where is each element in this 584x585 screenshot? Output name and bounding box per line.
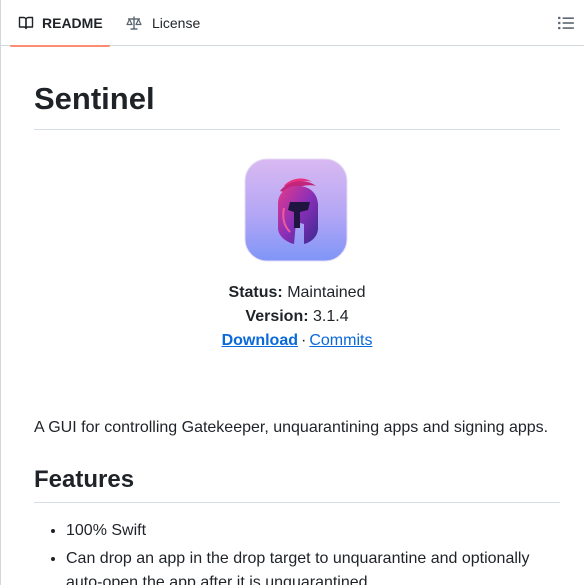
version-value: 3.1.4	[313, 308, 349, 325]
features-divider	[34, 502, 560, 503]
list-unordered-icon[interactable]	[557, 14, 575, 32]
readme-title: Sentinel	[34, 81, 155, 116]
book-icon	[18, 16, 34, 30]
title-divider	[34, 129, 560, 130]
readme-description: A GUI for controlling Gatekeeper, unquar…	[34, 419, 549, 436]
readme-panel: README License Sentinel Status: Maintain…	[0, 0, 584, 585]
tab-license-label: License	[152, 15, 201, 31]
features-list: 100% Swift Can drop an app in the drop t…	[34, 519, 560, 585]
commits-link[interactable]: Commits	[309, 332, 372, 349]
features-heading: Features	[34, 466, 135, 493]
list-item: Can drop an app in the drop target to un…	[66, 547, 560, 585]
release-info: Status: Maintained Version: 3.1.4 Downlo…	[34, 281, 560, 353]
list-item: 100% Swift	[66, 519, 560, 543]
scale-icon	[126, 16, 142, 30]
app-logo	[244, 158, 348, 262]
active-tab-indicator	[10, 45, 110, 47]
readme-tabbar: README License	[1, 0, 584, 47]
tab-readme[interactable]: README	[10, 0, 110, 47]
version-label: Version:	[245, 308, 309, 325]
tab-license[interactable]: License	[126, 0, 200, 46]
status-value: Maintained	[287, 284, 366, 301]
tab-readme-label: README	[42, 15, 103, 31]
download-link[interactable]: Download	[222, 332, 298, 349]
link-separator: ·	[301, 332, 307, 349]
status-label: Status:	[228, 284, 283, 301]
